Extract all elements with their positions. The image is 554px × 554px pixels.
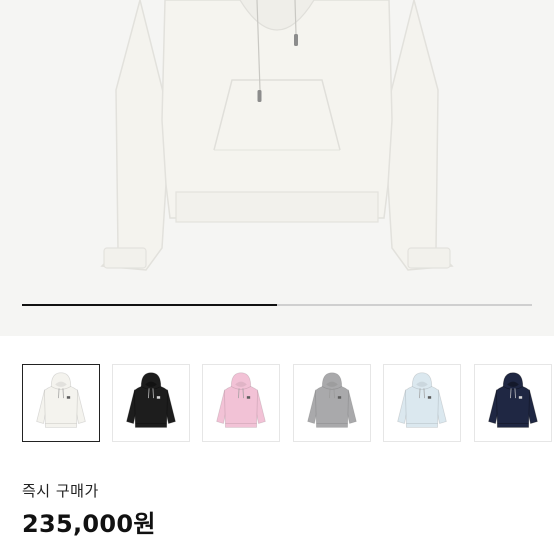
progress-fill — [22, 304, 277, 306]
thumbnail-black[interactable] — [112, 364, 190, 442]
hoodie-thumbnail-icon — [488, 372, 538, 428]
hoodie-thumbnail-icon — [126, 372, 176, 428]
color-thumbnail-list — [22, 364, 554, 442]
thumbnail-gray[interactable] — [293, 364, 371, 442]
thumbnail-sky[interactable] — [383, 364, 461, 442]
instant-buy-label: 즉시 구매가 — [22, 482, 99, 500]
hoodie-thumbnail-icon — [216, 372, 266, 428]
product-hero-image[interactable] — [0, 0, 554, 336]
hoodie-illustration — [100, 0, 454, 271]
image-carousel-progress — [22, 304, 532, 306]
hoodie-thumbnail-icon — [36, 372, 86, 428]
thumbnail-pink[interactable] — [202, 364, 280, 442]
hoodie-thumbnail-icon — [307, 372, 357, 428]
thumbnail-white[interactable] — [22, 364, 100, 442]
instant-buy-price: 235,000원 — [22, 510, 156, 538]
thumbnail-navy[interactable] — [474, 364, 552, 442]
hoodie-thumbnail-icon — [397, 372, 447, 428]
